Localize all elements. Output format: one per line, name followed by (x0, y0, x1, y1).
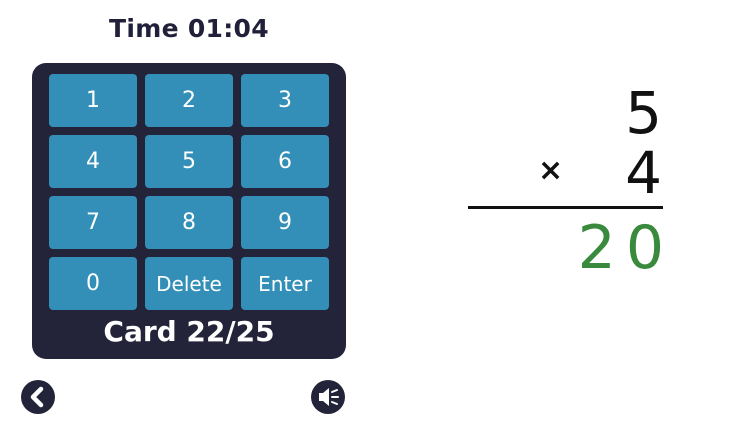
key-4[interactable]: 4 (49, 135, 137, 188)
number-keypad: 1 2 3 4 5 6 7 8 9 0 Delete Enter Card 22… (32, 63, 346, 359)
flashcard-screen: Time 01:04 1 2 3 4 5 6 7 8 9 0 Delete En… (0, 0, 750, 422)
key-5[interactable]: 5 (145, 135, 233, 188)
delete-button[interactable]: Delete (145, 257, 233, 310)
top-operand: 5 (625, 79, 662, 147)
key-1[interactable]: 1 (49, 74, 137, 127)
card-counter: Card 22/25 (103, 315, 275, 348)
key-3[interactable]: 3 (241, 74, 329, 127)
key-9[interactable]: 9 (241, 196, 329, 249)
key-6[interactable]: 6 (241, 135, 329, 188)
answer-divider (468, 206, 663, 209)
multiply-operator: × (538, 153, 564, 188)
enter-button[interactable]: Enter (241, 257, 329, 310)
timer-label: Time 01:04 (109, 14, 269, 43)
speaker-icon (319, 388, 339, 406)
chevron-left-icon (30, 386, 44, 408)
key-0[interactable]: 0 (49, 257, 137, 310)
bottom-operand: 4 (625, 139, 662, 207)
key-7[interactable]: 7 (49, 196, 137, 249)
sound-button[interactable] (311, 380, 345, 414)
key-8[interactable]: 8 (145, 196, 233, 249)
key-2[interactable]: 2 (145, 74, 233, 127)
answer-value: 20 (577, 213, 674, 283)
back-button[interactable] (21, 380, 55, 414)
